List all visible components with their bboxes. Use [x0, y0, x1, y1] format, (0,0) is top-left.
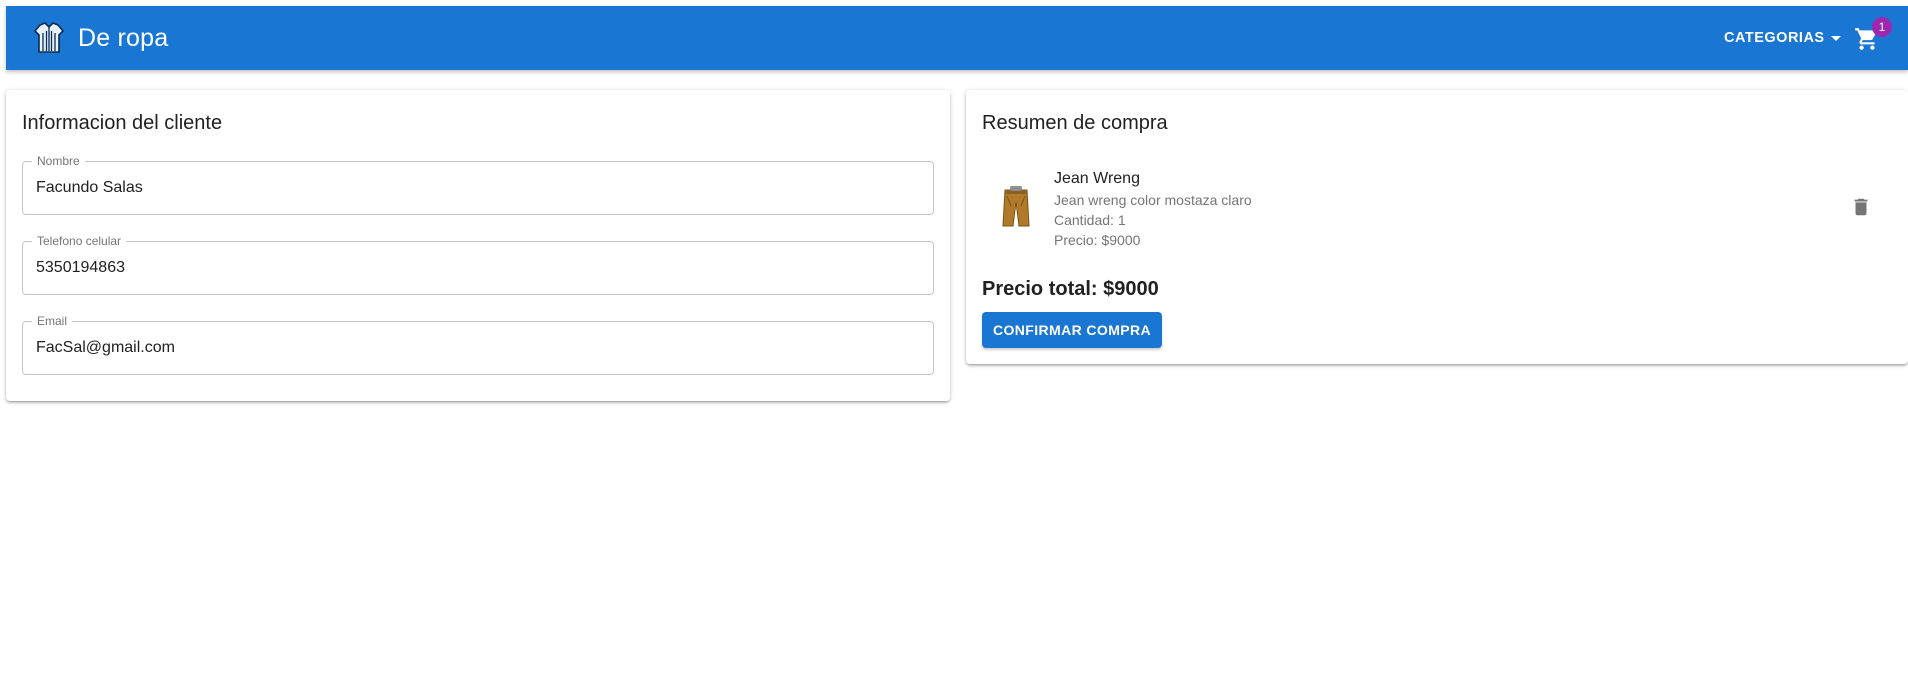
email-label: Email: [32, 314, 73, 328]
item-description: Jean wreng color mostaza claro: [1054, 192, 1252, 208]
email-input[interactable]: [23, 322, 933, 374]
nombre-input[interactable]: [23, 162, 933, 214]
total-price: Precio total: $9000: [982, 278, 1159, 300]
email-field: Email: [22, 314, 934, 375]
trash-icon[interactable]: [1850, 196, 1872, 218]
pants-thumbnail: [1002, 186, 1030, 227]
client-info-card: Informacion del cliente Nombre Telefono …: [6, 90, 950, 401]
client-info-title: Informacion del cliente: [22, 112, 223, 134]
confirm-purchase-button[interactable]: CONFIRMAR COMPRA: [982, 312, 1162, 348]
shirt-logo-icon[interactable]: [32, 21, 66, 55]
categorias-label: CATEGORIAS: [1724, 30, 1825, 46]
item-quantity: Cantidad: 1: [1054, 212, 1126, 228]
brand-title[interactable]: De ropa: [78, 6, 168, 70]
cart-count-badge: 1: [1872, 17, 1892, 37]
purchase-summary-card: Resumen de compra Jean Wreng Jean wreng …: [966, 90, 1908, 364]
telefono-label: Telefono celular: [32, 234, 127, 248]
summary-title: Resumen de compra: [982, 112, 1168, 134]
item-price: Precio: $9000: [1054, 232, 1141, 248]
app-bar: De ropa CATEGORIAS 1: [6, 6, 1908, 70]
categorias-menu-button[interactable]: CATEGORIAS: [1724, 6, 1841, 70]
item-name: Jean Wreng: [1054, 170, 1140, 187]
telefono-field: Telefono celular: [22, 234, 934, 295]
nombre-label: Nombre: [32, 154, 85, 168]
nombre-field: Nombre: [22, 154, 934, 215]
caret-down-icon: [1830, 35, 1841, 41]
telefono-input[interactable]: [23, 242, 933, 294]
